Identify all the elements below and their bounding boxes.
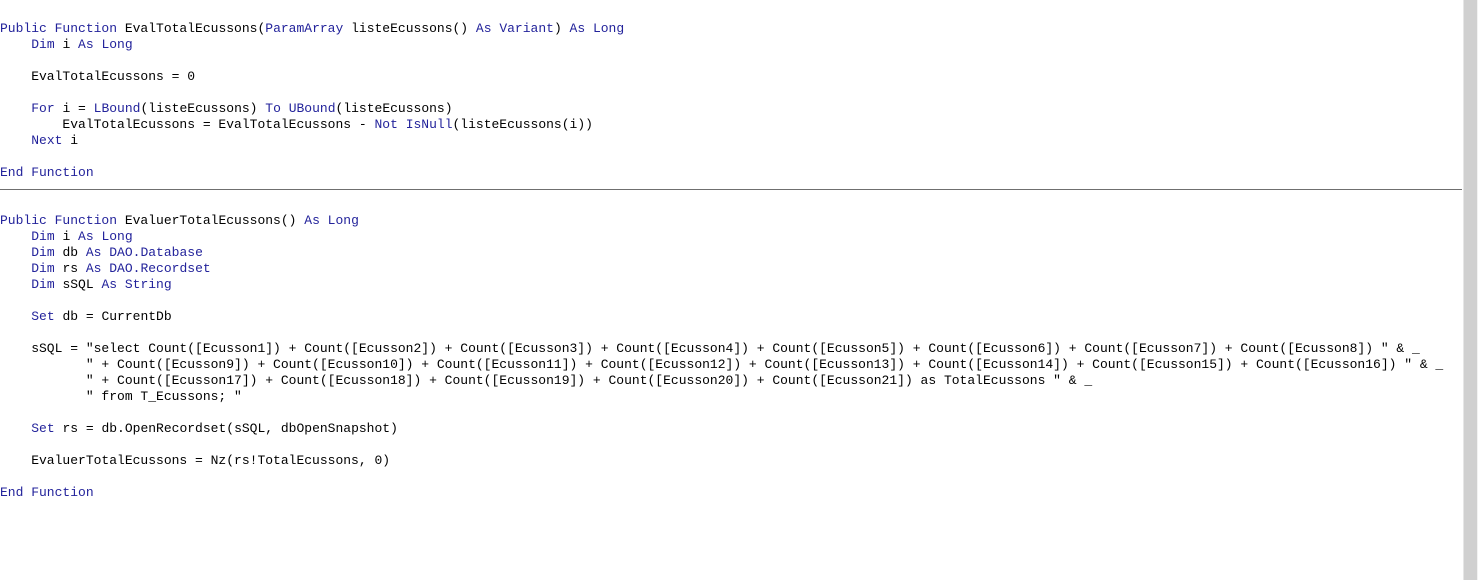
- code-text: sSQL = "select Count([Ecusson1]) + Count…: [0, 341, 1420, 356]
- code-keyword: As String: [101, 277, 172, 292]
- code-line: EvalTotalEcussons = 0: [0, 69, 1462, 85]
- code-keyword: UBound: [288, 101, 336, 116]
- code-keyword: Next: [31, 133, 71, 148]
- code-line: Dim i As Long: [0, 229, 1462, 245]
- code-text: (listeEcussons): [335, 101, 453, 116]
- code-keyword: Public Function: [0, 21, 125, 36]
- code-text: EvaluerTotalEcussons(): [124, 213, 305, 228]
- code-text: " + Count([Ecusson17]) + Count([Ecusson1…: [0, 373, 1093, 388]
- top-padding: [0, 0, 1462, 21]
- code-line: Dim rs As DAO.Recordset: [0, 261, 1462, 277]
- code-text: rs: [62, 261, 86, 276]
- procedure-block-evaluertotalecussons: Public Function EvaluerTotalEcussons() A…: [0, 197, 1462, 501]
- code-keyword: As: [85, 261, 110, 276]
- code-keyword: End Function: [0, 165, 94, 180]
- code-line: Public Function EvaluerTotalEcussons() A…: [0, 213, 1462, 229]
- code-text: i: [62, 37, 79, 52]
- code-keyword: Public Function: [0, 213, 125, 228]
- code-keyword: To: [265, 101, 289, 116]
- code-line: Dim sSQL As String: [0, 277, 1462, 293]
- procedure-separator-line: [0, 188, 1462, 190]
- code-keyword: Dim: [31, 37, 63, 52]
- code-keyword: Dim: [31, 277, 63, 292]
- code-line: " from T_Ecussons; ": [0, 389, 1462, 405]
- code-editor-area[interactable]: Public Function EvalTotalEcussons(ParamA…: [0, 0, 1462, 580]
- code-line: Dim i As Long: [0, 37, 1462, 53]
- code-keyword: Set: [31, 421, 63, 436]
- code-keyword: As Long: [569, 21, 625, 36]
- code-line: Set rs = db.OpenRecordset(sSQL, dbOpenSn…: [0, 421, 1462, 437]
- code-text: EvaluerTotalEcussons = Nz(rs!TotalEcusso…: [0, 453, 391, 468]
- scrollbar-right-gutter: [1478, 0, 1482, 580]
- code-text: EvalTotalEcussons(: [124, 21, 266, 36]
- code-text: (listeEcussons): [140, 101, 266, 116]
- code-keyword: As Variant: [475, 21, 554, 36]
- code-keyword: Not: [374, 117, 406, 132]
- code-text: (listeEcussons(i)): [452, 117, 593, 132]
- code-text: EvalTotalEcussons = EvalTotalEcussons -: [0, 117, 375, 132]
- code-keyword: End Function: [0, 485, 94, 500]
- vba-code-window: Public Function EvalTotalEcussons(ParamA…: [0, 0, 1482, 580]
- vertical-scrollbar[interactable]: [1463, 0, 1478, 580]
- code-keyword: IsNull: [405, 117, 453, 132]
- code-keyword: Dim: [31, 229, 63, 244]
- code-text: ): [553, 21, 570, 36]
- code-line: Set db = CurrentDb: [0, 309, 1462, 325]
- code-line: Public Function EvalTotalEcussons(ParamA…: [0, 21, 1462, 37]
- code-keyword: Dim: [31, 245, 63, 260]
- code-line: For i = LBound(listeEcussons) To UBound(…: [0, 101, 1462, 117]
- code-keyword: As Long: [304, 213, 359, 228]
- code-keyword: DAO.Recordset: [109, 261, 211, 276]
- code-text: " from T_Ecussons; ": [0, 389, 242, 404]
- code-line: EvaluerTotalEcussons = Nz(rs!TotalEcusso…: [0, 453, 1462, 469]
- code-keyword: Dim: [31, 261, 63, 276]
- code-text: i: [62, 229, 79, 244]
- code-keyword: Set: [31, 309, 63, 324]
- code-text: EvalTotalEcussons = 0: [0, 69, 196, 84]
- procedure-separator-wrap: [0, 181, 1462, 197]
- code-text: listeEcussons(): [351, 21, 476, 36]
- code-text: sSQL: [62, 277, 102, 292]
- code-line: sSQL = "select Count([Ecusson1]) + Count…: [0, 341, 1462, 357]
- code-line: Next i: [0, 133, 1462, 149]
- code-keyword: As Long: [78, 229, 133, 244]
- code-text: db = CurrentDb: [62, 309, 172, 324]
- code-text: i =: [62, 101, 94, 116]
- code-line: End Function: [0, 485, 1462, 501]
- code-keyword: LBound: [93, 101, 141, 116]
- code-line: Dim db As DAO.Database: [0, 245, 1462, 261]
- code-text: i: [70, 133, 79, 148]
- code-text: " + Count([Ecusson9]) + Count([Ecusson10…: [0, 357, 1444, 372]
- code-line: " + Count([Ecusson9]) + Count([Ecusson10…: [0, 357, 1462, 373]
- code-keyword: For: [31, 101, 63, 116]
- code-keyword: DAO.Database: [109, 245, 203, 260]
- procedure-block-evaltotalecussons: Public Function EvalTotalEcussons(ParamA…: [0, 21, 1462, 181]
- code-keyword: ParamArray: [265, 21, 352, 36]
- code-text: db: [62, 245, 86, 260]
- code-keyword: As: [85, 245, 110, 260]
- code-text: rs = db.OpenRecordset(sSQL, dbOpenSnapsh…: [62, 421, 398, 436]
- code-line: EvalTotalEcussons = EvalTotalEcussons - …: [0, 117, 1462, 133]
- code-keyword: As Long: [78, 37, 133, 52]
- code-line: " + Count([Ecusson17]) + Count([Ecusson1…: [0, 373, 1462, 389]
- code-line: End Function: [0, 165, 1462, 181]
